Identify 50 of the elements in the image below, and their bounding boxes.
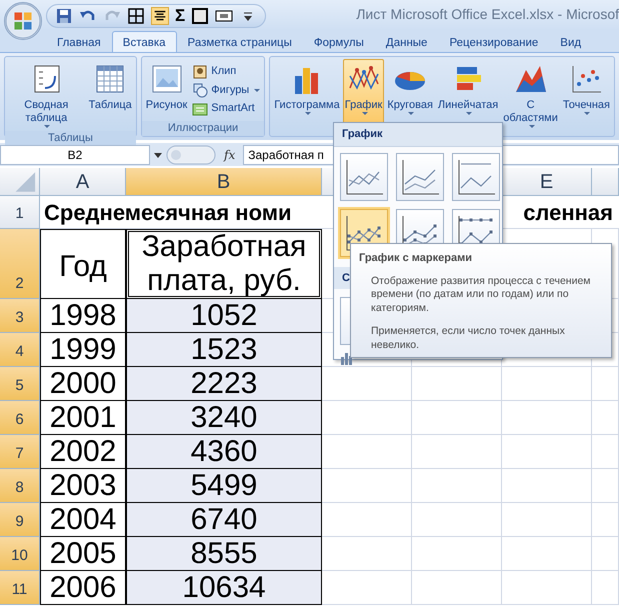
ribbon-tab[interactable]: Данные: [374, 30, 438, 52]
sum-button[interactable]: Σ: [175, 7, 186, 25]
tooltip-text: Применяется, если число точек данных невелико.: [371, 325, 566, 353]
table-cell: Год: [40, 229, 126, 299]
group-label: Иллюстрации: [142, 121, 264, 136]
ribbon-button[interactable]: Таблица: [86, 59, 134, 131]
ribbon-small-button[interactable]: Клип: [190, 62, 262, 81]
window-title: Лист Microsoft Office Excel.xlsx - Microsof: [356, 5, 619, 24]
row-header[interactable]: 11: [0, 571, 40, 605]
ribbon-small-button[interactable]: Фигуры: [190, 80, 262, 100]
group-label: Таблицы: [5, 131, 136, 146]
ribbon-tab[interactable]: Разметка страницы: [176, 30, 303, 52]
table-cell: 3240: [126, 401, 322, 435]
table-cell: 1523: [126, 333, 322, 367]
table-cell: 5499: [126, 469, 322, 503]
row-header[interactable]: 2: [0, 229, 40, 299]
cell-text: Среднемесячная номи: [44, 198, 292, 227]
row-header[interactable]: 3: [0, 299, 40, 333]
ribbon-button[interactable]: С областями: [501, 59, 560, 136]
ribbon-button[interactable]: Точечная: [560, 59, 612, 136]
column-header[interactable]: A: [40, 168, 126, 196]
row-header[interactable]: 6: [0, 401, 40, 435]
table-cell: 4360: [126, 435, 322, 469]
row-header[interactable]: 5: [0, 367, 40, 401]
table-cell: 10634: [126, 571, 322, 605]
row-header[interactable]: 7: [0, 435, 40, 469]
row-header[interactable]: 4: [0, 333, 40, 367]
ribbon-tab[interactable]: Вид: [549, 30, 592, 52]
name-box[interactable]: B2: [0, 144, 150, 164]
insert-function-button[interactable]: fx: [220, 146, 240, 164]
table-cell: 2223: [126, 367, 322, 401]
table-cell: 1052: [126, 299, 322, 333]
ribbon-tab[interactable]: Главная: [46, 30, 112, 52]
row-header[interactable]: 9: [0, 503, 40, 537]
ribbon-button[interactable]: Сводная таблица: [7, 59, 86, 131]
table-cell: 8555: [126, 537, 322, 571]
row-header[interactable]: 10: [0, 537, 40, 571]
section-header: График: [334, 123, 502, 146]
row-header[interactable]: 8: [0, 469, 40, 503]
table-cell: 6740: [126, 503, 322, 537]
cell-text: сленная: [523, 198, 613, 226]
row-header[interactable]: 1: [0, 196, 40, 229]
ribbon-button[interactable]: Рисунок: [144, 59, 190, 121]
column-header[interactable]: E: [502, 168, 592, 196]
ribbon-small-button[interactable]: SmartArt: [190, 99, 262, 118]
ribbon-tab[interactable]: Формулы: [302, 30, 375, 52]
ribbon-tab[interactable]: Вставка: [112, 30, 177, 52]
column-header[interactable]: B: [126, 168, 322, 196]
tooltip-title: График с маркерами: [359, 251, 473, 266]
ribbon-tab[interactable]: Рецензирование: [438, 30, 550, 52]
